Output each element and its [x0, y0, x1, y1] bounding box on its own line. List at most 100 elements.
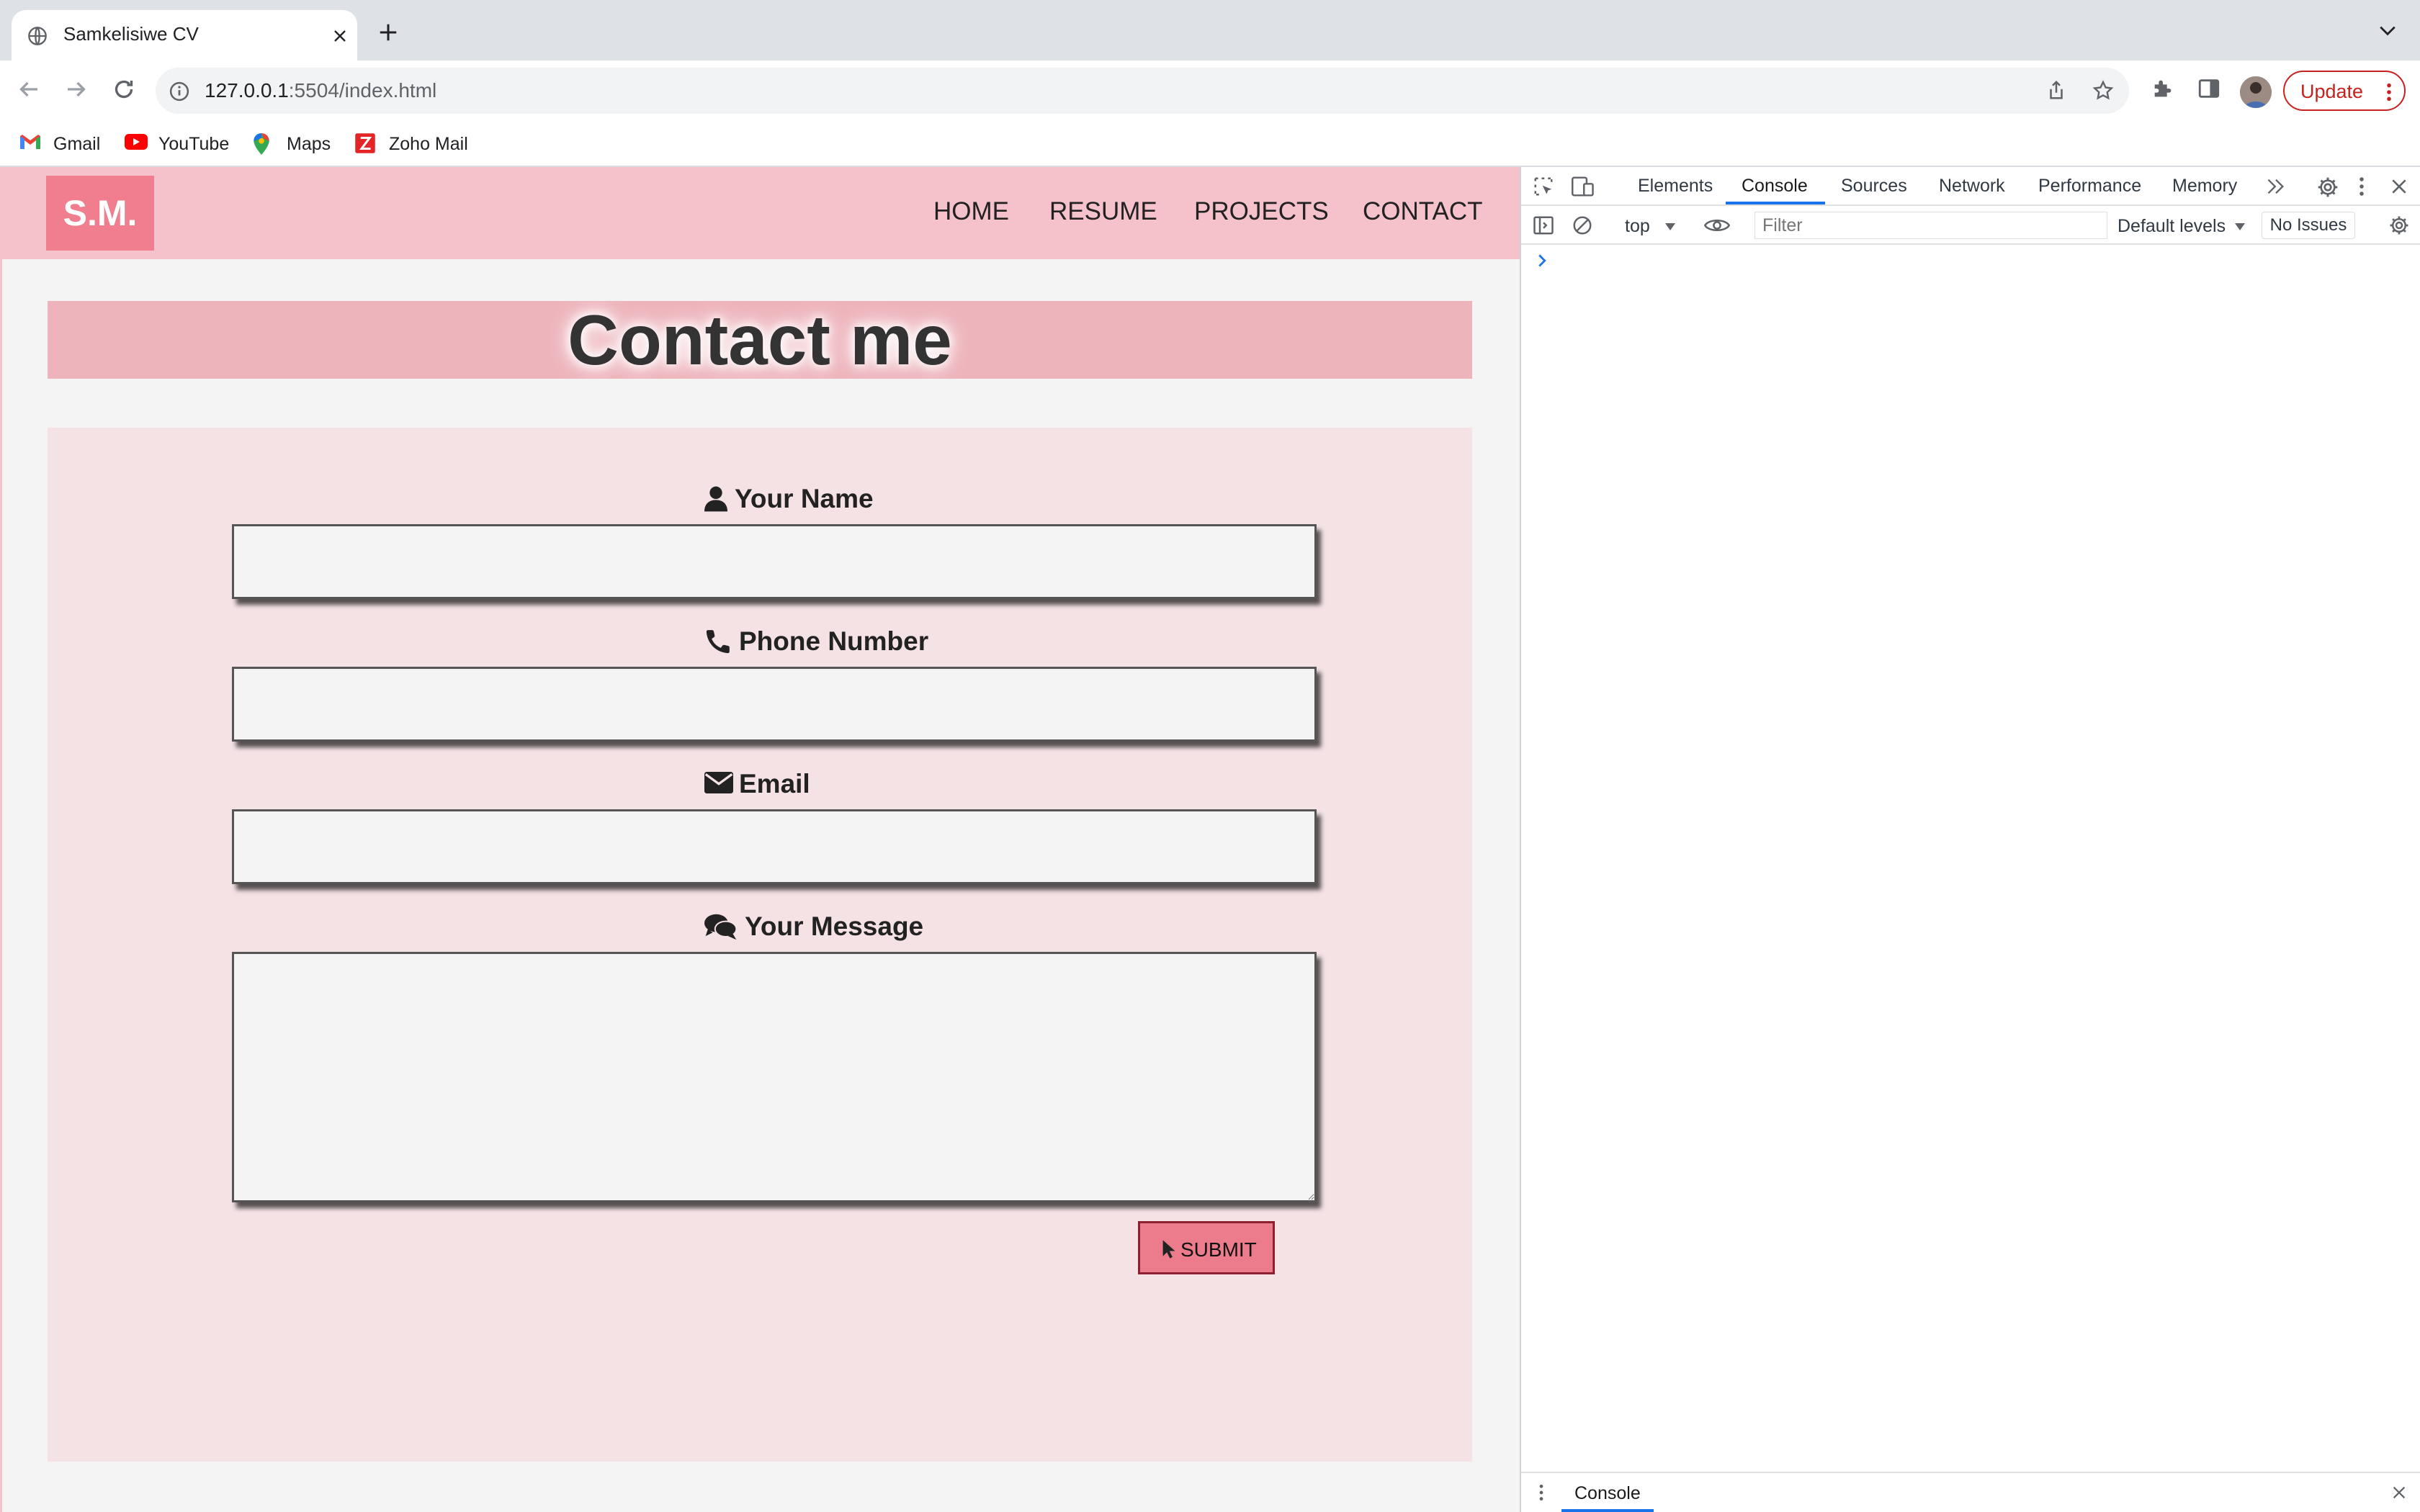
context-label: top [1625, 216, 1650, 236]
bookmark-label: Gmail [53, 134, 101, 154]
devtools-menu-icon[interactable] [2358, 176, 2365, 197]
submit-button[interactable]: SUBMIT [1138, 1221, 1275, 1274]
settings-gear-icon[interactable] [2316, 176, 2339, 199]
name-label-text: Your Name [735, 484, 874, 513]
heading-banner: Contact me [48, 301, 1472, 379]
devtools-tab-sources[interactable]: Sources [1841, 176, 1907, 197]
forward-arrow-icon[interactable] [63, 76, 89, 102]
user-icon [704, 486, 727, 512]
drawer-menu-icon[interactable] [1538, 1483, 1544, 1502]
message-textarea[interactable] [232, 952, 1317, 1202]
name-input[interactable] [232, 524, 1317, 599]
page-title: Contact me [568, 300, 952, 379]
devtools-drawer: Console [1521, 1472, 2420, 1512]
bookmark-label: Zoho Mail [389, 134, 468, 154]
profile-avatar[interactable] [2240, 76, 2272, 108]
new-tab-icon[interactable] [377, 22, 399, 43]
bookmark-gmail[interactable]: Gmail [19, 131, 112, 157]
update-label: Update [2300, 81, 2364, 102]
nav-projects[interactable]: PROJECTS [1194, 197, 1329, 226]
share-icon[interactable] [2045, 79, 2067, 101]
drawer-tab-indicator [1561, 1509, 1654, 1512]
more-vert-icon [2385, 82, 2393, 102]
nav-contact[interactable]: CONTACT [1363, 197, 1483, 226]
comments-icon [704, 914, 738, 940]
bookmark-star-icon[interactable] [2092, 79, 2115, 102]
gmail-icon [20, 135, 40, 149]
envelope-icon [704, 772, 733, 793]
extensions-puzzle-icon[interactable] [2151, 76, 2175, 101]
youtube-icon [125, 134, 148, 150]
phone-label-text: Phone Number [739, 626, 929, 656]
sidebar-toggle-icon[interactable] [1533, 215, 1554, 236]
browser-toolbar: 127.0.0.1:5504/index.html Update [0, 60, 2420, 121]
more-tabs-chevron-icon[interactable] [2266, 177, 2286, 196]
console-filter-input[interactable] [1754, 212, 2107, 239]
url-text: 127.0.0.1:5504/index.html [205, 79, 436, 102]
tab-title: Samkelisiwe CV [63, 23, 199, 45]
email-label-text: Email [739, 769, 810, 798]
email-input[interactable] [232, 809, 1317, 884]
phone-label: Phone Number [704, 626, 949, 658]
inspect-element-icon[interactable] [1533, 176, 1554, 197]
name-label: Your Name [704, 484, 935, 516]
bookmarks-bar: Gmail YouTube Maps Zoho Mail [0, 121, 2420, 167]
device-toolbar-icon[interactable] [1572, 176, 1595, 197]
bookmark-youtube[interactable]: YouTube [124, 131, 232, 157]
devtools-panel: Elements Console Sources Network Perform… [1520, 167, 2420, 1512]
close-drawer-icon[interactable] [2391, 1485, 2407, 1500]
close-devtools-icon[interactable] [2390, 177, 2408, 196]
message-label: Your Message [704, 912, 964, 943]
maps-icon [254, 133, 269, 155]
devtools-tab-performance[interactable]: Performance [2038, 176, 2141, 197]
update-button[interactable]: Update [2283, 71, 2406, 111]
nav-home[interactable]: HOME [933, 197, 1009, 226]
globe-icon [27, 26, 48, 46]
url-host: 127.0.0.1 [205, 79, 289, 102]
email-label: Email [704, 769, 863, 801]
devtools-tabbar: Elements Console Sources Network Perform… [1521, 167, 2420, 206]
close-tab-icon[interactable] [331, 27, 349, 45]
site-header: S.M. HOME RESUME PROJECTS CONTACT [0, 167, 1520, 259]
tab-strip: Samkelisiwe CV [0, 0, 2420, 60]
dropdown-triangle-icon [2235, 223, 2246, 231]
pointer-icon [1162, 1240, 1175, 1259]
nav-resume[interactable]: RESUME [1049, 197, 1157, 226]
browser-tab[interactable]: Samkelisiwe CV [12, 10, 357, 60]
message-label-text: Your Message [745, 912, 924, 941]
address-bar[interactable]: 127.0.0.1:5504/index.html [156, 68, 2129, 114]
site-logo[interactable]: S.M. [46, 176, 154, 251]
phone-icon [706, 630, 730, 654]
bookmark-label: Maps [287, 134, 331, 154]
phone-input[interactable] [232, 667, 1317, 742]
levels-label: Default levels [2118, 216, 2226, 236]
back-arrow-icon[interactable] [16, 76, 42, 102]
tab-search-chevron-icon[interactable] [2378, 24, 2397, 37]
reload-icon[interactable] [111, 76, 137, 102]
dropdown-triangle-icon [1664, 223, 1675, 231]
devtools-tab-memory[interactable]: Memory [2172, 176, 2237, 197]
issues-counter[interactable]: No Issues [2262, 212, 2355, 239]
site-info-icon[interactable] [169, 81, 190, 102]
console-prompt-chevron-icon[interactable] [1537, 253, 1547, 268]
active-tab-indicator [1726, 202, 1825, 204]
side-panel-icon[interactable] [2197, 76, 2221, 101]
devtools-tab-console[interactable]: Console [1742, 176, 1808, 197]
bookmark-label: YouTube [158, 134, 230, 154]
console-settings-gear-icon[interactable] [2388, 215, 2410, 236]
console-toolbar: top Default levels No Issues [1521, 206, 2420, 245]
drawer-tab-console[interactable]: Console [1574, 1483, 1641, 1504]
page-left-border [0, 259, 2, 1512]
devtools-tab-network[interactable]: Network [1939, 176, 2005, 197]
log-levels-dropdown[interactable]: Default levels [2118, 216, 2246, 237]
page-viewport: S.M. HOME RESUME PROJECTS CONTACT Contac… [0, 167, 1520, 1512]
url-path: :5504/index.html [288, 79, 437, 102]
bookmark-maps[interactable]: Maps [252, 131, 339, 157]
clear-console-icon[interactable] [1572, 215, 1593, 236]
devtools-tab-elements[interactable]: Elements [1638, 176, 1713, 197]
live-expression-eye-icon[interactable] [1704, 216, 1730, 235]
context-selector[interactable]: top [1625, 216, 1675, 237]
bookmark-zoho-mail[interactable]: Zoho Mail [354, 131, 477, 157]
zoho-icon [355, 133, 375, 153]
contact-form: Your Name Phone Number Email Your Messag… [48, 428, 1472, 1462]
